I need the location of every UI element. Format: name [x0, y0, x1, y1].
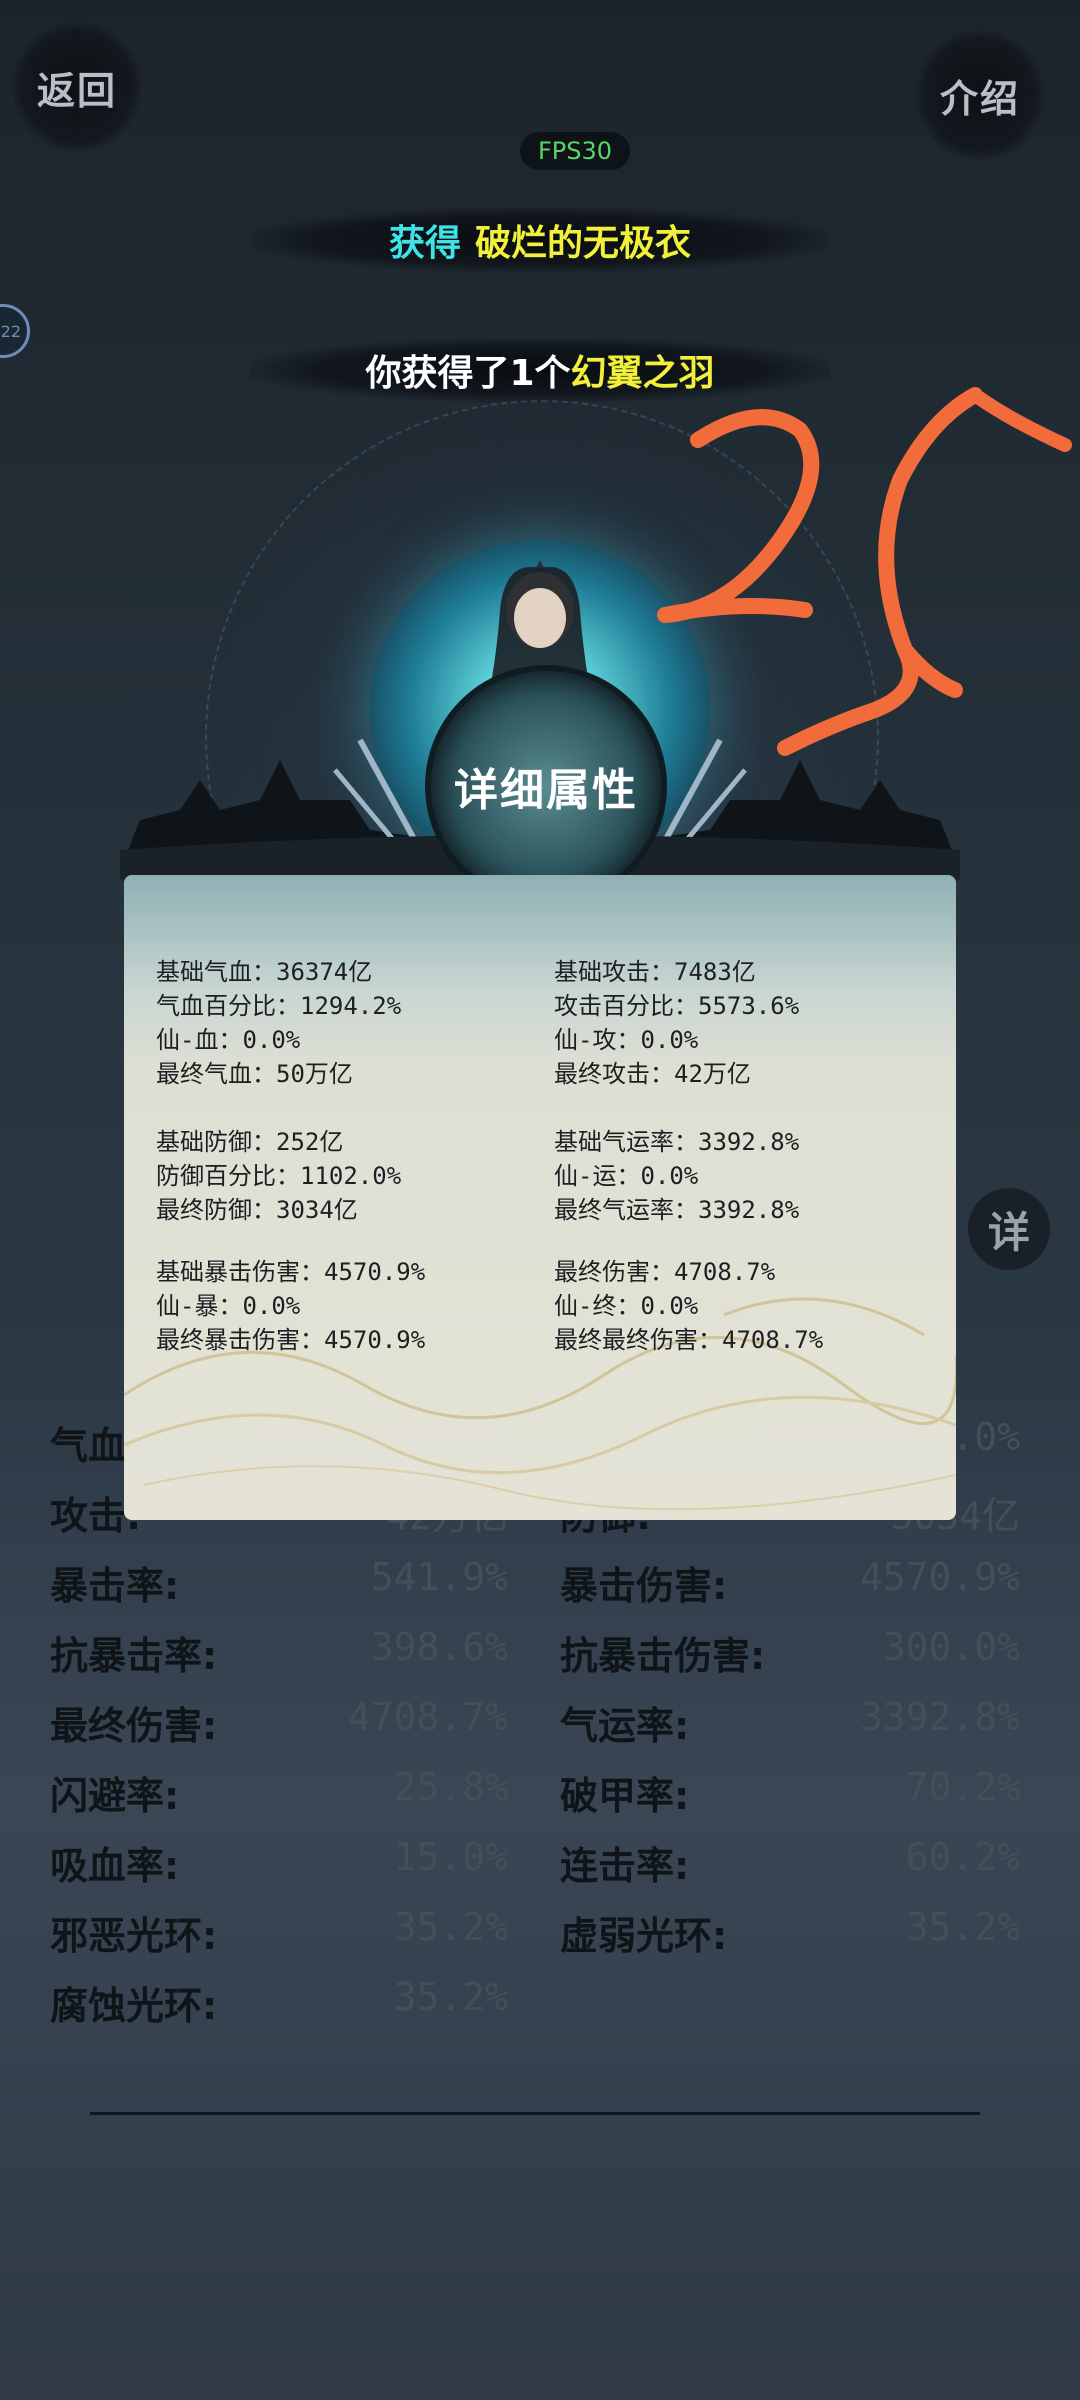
attribute-line: 基础气血：36374亿 [156, 958, 373, 986]
obtain-item: 破烂的无极衣 [475, 223, 692, 264]
intro-button[interactable]: 介绍 [915, 30, 1045, 160]
attribute-line: 最终气运率：3392.8% [554, 1196, 800, 1224]
stat-label: 虚弱光环: [560, 1914, 728, 1958]
detail-attributes-card[interactable]: 基础气血：36374亿气血百分比：1294.2% 仙-血：0.0% 最终气血：50万… [124, 875, 956, 1520]
stat-value: 70.2% [905, 1765, 1020, 1809]
stat-label: 抗暴击率: [50, 1634, 218, 1678]
detail-title-text: 详细属性 [454, 765, 638, 816]
attribute-line: 攻击百分比：5573.6% [554, 992, 800, 1020]
intro-label: 介绍 [939, 76, 1020, 121]
attribute-line: 防御百分比：1102.0% [156, 1162, 402, 1190]
attribute-line: 基础暴击伤害：4570.9% [156, 1258, 426, 1286]
detail-button[interactable]: 详 [968, 1188, 1050, 1270]
stat-value: 25.8% [393, 1765, 508, 1809]
side-badge[interactable]: 22 [0, 304, 30, 358]
attribute-line: 仙-血：0.0% [156, 1026, 301, 1054]
attribute-line: 基础气运率：3392.8% [554, 1128, 800, 1156]
back-button[interactable]: 返回 [12, 22, 142, 152]
attribute-line: 最终最终伤害：4708.7% [554, 1326, 824, 1354]
stat-value: 541.9% [370, 1555, 508, 1599]
stat-label: 气血 [50, 1424, 127, 1468]
attribute-line: 仙-终：0.0% [554, 1292, 699, 1320]
attribute-line: 气血百分比：1294.2% [156, 992, 402, 1020]
detail-title: 详细属性 [425, 665, 667, 907]
stat-value: 300.0% [882, 1625, 1020, 1669]
gained-prefix: 你获得了1个 [365, 353, 571, 394]
stat-value: 60.2% [905, 1835, 1020, 1879]
stat-value: 15.0% [393, 1835, 508, 1879]
stat-value: 4708.7% [347, 1695, 508, 1739]
side-badge-text: 22 [0, 321, 21, 341]
fps-counter: FPS30 [520, 132, 630, 170]
attribute-line: 最终气血：50万亿 [156, 1060, 353, 1088]
stat-label: 暴击率: [50, 1564, 180, 1608]
gained-notification: 你获得了1个 幻翼之羽 [250, 338, 830, 402]
attribute-line: 仙-运：0.0% [554, 1162, 699, 1190]
attribute-line: 最终暴击伤害：4570.9% [156, 1326, 426, 1354]
stat-value: 4570.9% [859, 1555, 1020, 1599]
obtain-prefix: 获得 [388, 223, 461, 264]
stat-label: 抗暴击伤害: [560, 1634, 766, 1678]
attribute-line: 最终防御：3034亿 [156, 1196, 358, 1224]
stat-label: 最终伤害: [50, 1704, 218, 1748]
attribute-line: 基础攻击：7483亿 [554, 958, 756, 986]
attribute-line: 仙-暴：0.0% [156, 1292, 301, 1320]
stat-value: 35.2% [393, 1975, 508, 2019]
stat-label: 气运率: [560, 1704, 690, 1748]
attribute-line: 基础防御：252亿 [156, 1128, 344, 1156]
stat-label: 吸血率: [50, 1844, 180, 1888]
divider [90, 2112, 980, 2115]
back-label: 返回 [36, 68, 117, 113]
stat-label: 破甲率: [560, 1774, 690, 1818]
stat-value: 35.2% [393, 1905, 508, 1949]
stat-value: 3392.8% [859, 1695, 1020, 1739]
gained-item: 幻翼之羽 [570, 353, 715, 394]
detail-button-label: 详 [987, 1207, 1030, 1257]
stat-label: 邪恶光环: [50, 1914, 218, 1958]
stat-label: 暴击伤害: [560, 1564, 728, 1608]
stat-value: 35.2% [905, 1905, 1020, 1949]
attribute-line: 仙-攻：0.0% [554, 1026, 699, 1054]
stat-label: 连击率: [560, 1844, 690, 1888]
stat-value: 398.6% [370, 1625, 508, 1669]
obtain-notification: 获得 破烂的无极衣 [250, 208, 830, 272]
stat-label: 腐蚀光环: [50, 1984, 218, 2028]
stat-label: 闪避率: [50, 1774, 180, 1818]
attribute-line: 最终攻击：42万亿 [554, 1060, 751, 1088]
attribute-line: 最终伤害：4708.7% [554, 1258, 776, 1286]
